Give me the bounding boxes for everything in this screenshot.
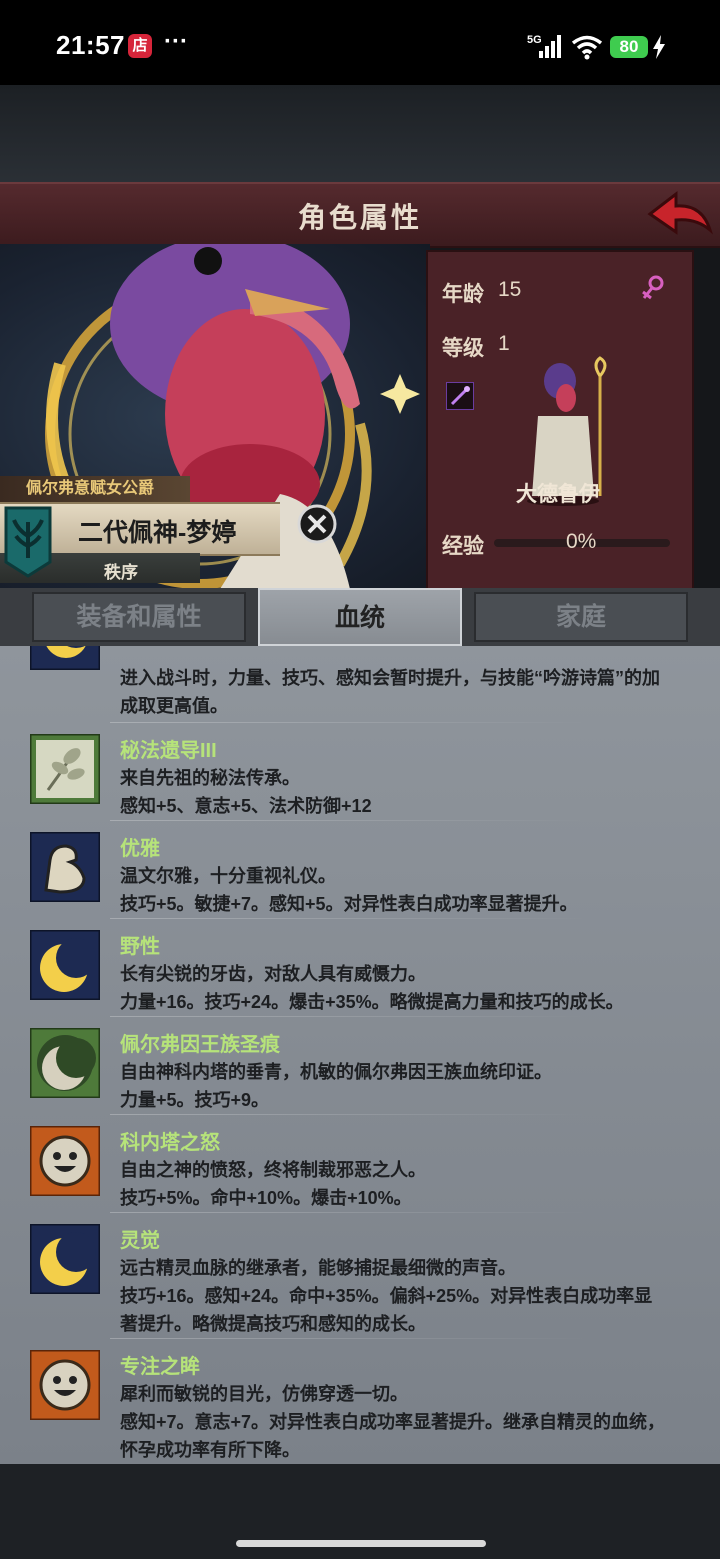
trait-title: 优雅 [120, 838, 160, 860]
trait-effects: 怀孕成功率有所下降。 [120, 1440, 300, 1460]
cellular-signal-icon: 5G [527, 34, 561, 58]
smiley-sun-icon [30, 1126, 100, 1196]
leaf-branch-icon [30, 734, 100, 804]
wifi-icon [571, 35, 603, 60]
back-arrow-icon[interactable] [646, 188, 714, 240]
character-title-banner: 佩尔弗意赋女公爵 [0, 476, 190, 502]
trait-title: 科内塔之怒 [120, 1132, 220, 1154]
faction-name: 秩序 [104, 563, 138, 582]
tab-bar: 装备和属性 血统 家庭 [0, 588, 720, 646]
divider [110, 1338, 590, 1339]
trait-title: 佩尔弗因王族圣痕 [120, 1034, 280, 1056]
charging-bolt-icon [653, 35, 665, 59]
close-circle-icon[interactable] [296, 503, 338, 545]
trait-description: 犀利而敏锐的目光，仿佛穿透一切。 [120, 1384, 408, 1404]
status-bar: 21:57 店 ··· 5G 80 [0, 0, 720, 85]
trait-effects: 力量+5。技巧+9。 [120, 1090, 270, 1110]
divider [110, 820, 590, 821]
trait-effects: 著提升。略微提高技巧和感知的成长。 [120, 1314, 426, 1334]
network-type-label: 5G [527, 34, 542, 46]
level-label: 等级 [442, 337, 484, 360]
trait-description: 进入战斗时，力量、技巧、感知会暂时提升，与技能“吟游诗篇”的加 [120, 668, 660, 688]
trait-description: 来自先祖的秘法传承。 [120, 768, 300, 788]
page-title: 角色属性 [297, 202, 422, 233]
trait-description: 远古精灵血脉的继承者，能够捕捉最细微的声音。 [120, 1258, 516, 1278]
moon-icon [30, 930, 100, 1000]
female-icon [642, 275, 664, 300]
trait-title: 灵觉 [120, 1230, 160, 1252]
trait-description: 自由神科内塔的垂青，机敏的佩尔弗因王族血统印证。 [120, 1062, 552, 1082]
trait-effects: 技巧+5。敏捷+7。感知+5。对异性表白成功率显著提升。 [120, 894, 578, 914]
tab-family[interactable]: 家庭 [474, 592, 688, 642]
home-indicator[interactable] [236, 1540, 486, 1547]
clock: 21:57 [56, 30, 125, 60]
trait-effects: 感知+5、意志+5、法术防御+12 [120, 796, 372, 816]
trait-effects: 感知+7。意志+7。对异性表白成功率显著提升。继承自精灵的血统， [120, 1412, 666, 1432]
store-badge-icon: 店 [128, 34, 152, 58]
trait-title: 野性 [120, 936, 160, 958]
character-info-panel: 年龄 15 等级 1 大德鲁伊 经验 0% [426, 250, 694, 592]
trait-description: 成取更高值。 [120, 696, 228, 716]
top-background [0, 85, 720, 185]
trait-description: 长有尖锐的牙齿，对敌人具有威慑力。 [120, 964, 426, 984]
staff-icon [446, 382, 474, 410]
moon-icon [30, 1224, 100, 1294]
trait-description: 温文尔雅，十分重视礼仪。 [120, 866, 336, 886]
age-value: 15 [498, 278, 522, 301]
divider [110, 722, 590, 723]
more-notifications-icon: ··· [164, 28, 188, 55]
trait-title: 专注之眸 [120, 1356, 200, 1378]
trait-effects: 技巧+16。感知+24。命中+35%。偏斜+25%。对异性表白成功率显 [120, 1286, 653, 1306]
crescent-horn-icon [30, 1028, 100, 1098]
divider [110, 1114, 590, 1115]
trait-effects: 技巧+5%。命中+10%。爆击+10%。 [120, 1188, 412, 1208]
exp-label: 经验 [442, 535, 484, 558]
battery-icon: 80 [610, 36, 648, 58]
divider [110, 918, 590, 919]
class-name: 大德鲁伊 [516, 483, 600, 506]
tab-bloodline[interactable]: 血统 [258, 588, 462, 646]
tab-equipment-attributes[interactable]: 装备和属性 [32, 592, 246, 642]
level-value: 1 [498, 332, 510, 355]
moon-icon [30, 646, 100, 670]
divider [110, 1016, 590, 1017]
smiley-sun-icon [30, 1350, 100, 1420]
exp-value: 0% [566, 530, 597, 553]
title-bar: 角色属性 [0, 182, 720, 248]
arm-muscle-icon [30, 832, 100, 902]
age-label: 年龄 [442, 283, 484, 306]
trait-effects: 力量+16。技巧+24。爆击+35%。略微提高力量和技巧的成长。 [120, 992, 624, 1012]
divider [110, 1212, 590, 1213]
faction-crest-icon [4, 506, 52, 578]
bloodline-trait-list[interactable]: 进入战斗时，力量、技巧、感知会暂时提升，与技能“吟游诗篇”的加 成取更高值。 秘… [0, 646, 720, 1464]
character-name: 二代佩神-梦婷 [78, 519, 237, 547]
trait-description: 自由之神的愤怒，终将制裁邪恶之人。 [120, 1160, 426, 1180]
trait-title: 秘法遗导III [120, 740, 217, 762]
